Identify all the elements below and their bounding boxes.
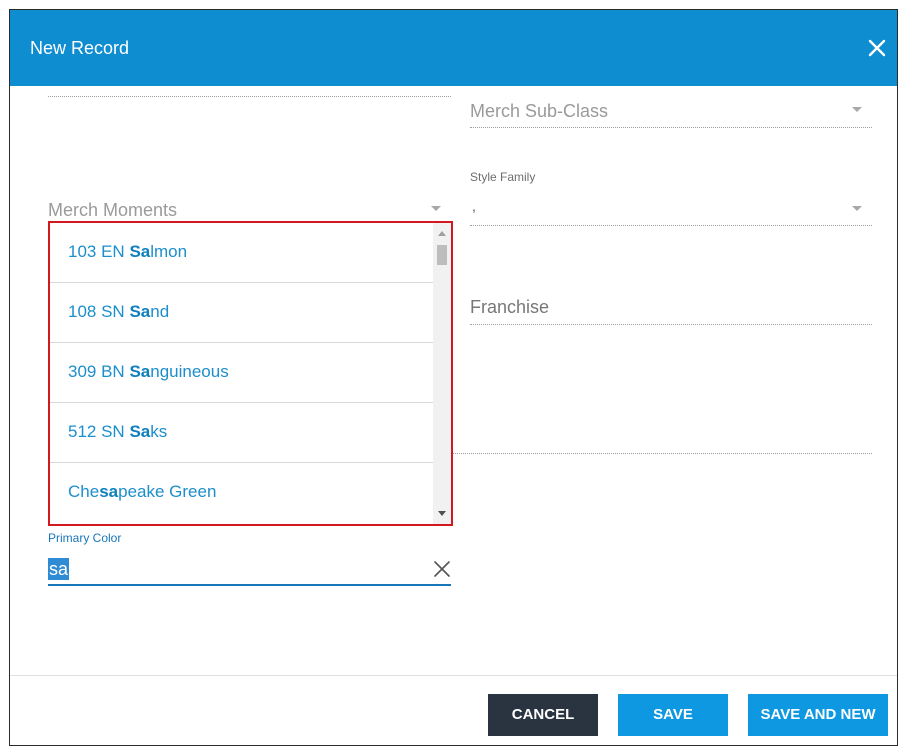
merch-moments-label: Merch Moments	[48, 200, 178, 220]
clipped-field-line	[48, 96, 451, 97]
new-record-dialog: New Record Merch Sub-Class Style Family …	[9, 9, 898, 746]
dialog-header: New Record	[10, 10, 897, 86]
merch-moments-chevron-down-icon[interactable]	[431, 206, 441, 211]
dialog-title: New Record	[30, 38, 130, 58]
primary-color-input[interactable]: sa	[48, 554, 451, 586]
dropdown-option[interactable]: 309 BN Sanguineous	[50, 343, 433, 403]
close-icon[interactable]	[867, 38, 887, 58]
scroll-up-arrow-icon[interactable]	[438, 231, 446, 236]
style-family-chevron-down-icon[interactable]	[852, 206, 862, 211]
merch-sub-class-label: Merch Sub-Class	[470, 101, 609, 121]
franchise-label: Franchise	[470, 297, 550, 317]
style-family-label: Style Family	[470, 170, 536, 184]
cancel-button[interactable]: CANCEL	[488, 694, 598, 736]
right-field-line[interactable]	[453, 453, 872, 454]
merch-sub-class-select[interactable]	[470, 127, 872, 128]
dropdown-scrollbar[interactable]	[433, 223, 451, 524]
primary-color-dropdown[interactable]: 103 EN Salmon 108 SN Sand 309 BN Sanguin…	[48, 221, 453, 526]
dropdown-list: 103 EN Salmon 108 SN Sand 309 BN Sanguin…	[50, 223, 433, 523]
merch-sub-class-chevron-down-icon[interactable]	[852, 107, 862, 112]
style-family-select[interactable]	[470, 225, 872, 226]
scroll-thumb[interactable]	[437, 245, 447, 265]
style-family-value: ,	[472, 198, 476, 214]
scroll-down-arrow-icon[interactable]	[438, 511, 446, 516]
save-and-new-button[interactable]: SAVE AND NEW	[748, 694, 888, 736]
dropdown-option[interactable]: 512 SN Saks	[50, 403, 433, 463]
dialog-footer: CANCEL SAVE SAVE AND NEW	[10, 675, 897, 745]
primary-color-label: Primary Color	[48, 531, 122, 545]
primary-color-value[interactable]: sa	[48, 558, 70, 580]
dropdown-option[interactable]: 108 SN Sand	[50, 283, 433, 343]
save-button[interactable]: SAVE	[618, 694, 728, 736]
dropdown-option[interactable]: Chesapeake Green	[50, 463, 433, 523]
franchise-input[interactable]	[470, 324, 872, 325]
clear-icon[interactable]	[433, 560, 451, 578]
dropdown-option[interactable]: 103 EN Salmon	[50, 223, 433, 283]
